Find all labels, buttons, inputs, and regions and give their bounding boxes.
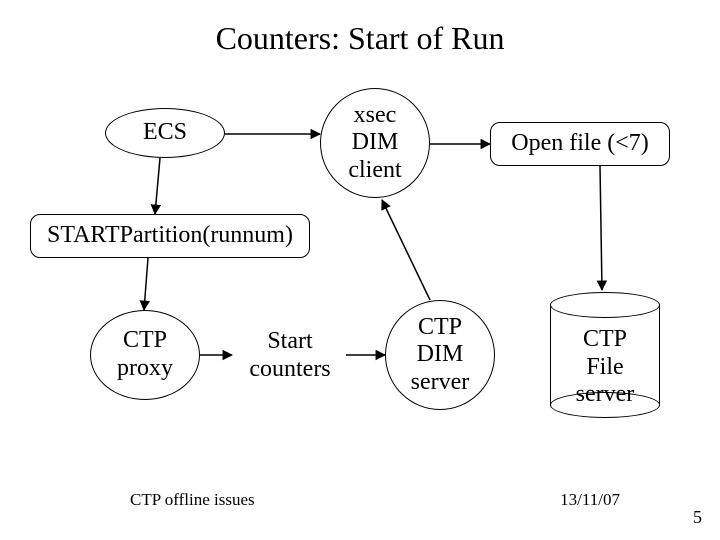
node-xsec-dim-client: xsec DIM client <box>320 88 430 198</box>
node-start-partition: STARTPartition(runnum) <box>30 214 310 258</box>
page-number: 5 <box>693 507 702 528</box>
label-start-counters: Start counters <box>249 328 330 382</box>
label-ctp-dim-server: CTP DIM server <box>411 314 470 397</box>
arrows-layer <box>0 0 720 540</box>
footer-left: CTP offline issues <box>130 490 255 510</box>
label-open-file: Open file (<7) <box>511 130 648 158</box>
node-ctp-proxy: CTP proxy <box>90 310 200 400</box>
label-start-partition: STARTPartition(runnum) <box>47 222 293 250</box>
slide-stage: Counters: Start of Run ECS xsec DIM clie… <box>0 0 720 540</box>
label-ctp-proxy: CTP proxy <box>117 327 173 382</box>
node-ctp-dim-server: CTP DIM server <box>385 300 495 410</box>
slide-title: Counters: Start of Run <box>0 20 720 57</box>
label-xsec: xsec DIM client <box>348 102 401 185</box>
node-open-file: Open file (<7) <box>490 122 670 166</box>
label-ctp-file-server: CTP File server <box>576 326 635 407</box>
footer-right: 13/11/07 <box>560 490 620 510</box>
node-ctp-file-server: CTP File server <box>550 292 660 418</box>
label-ecs: ECS <box>143 119 187 147</box>
node-ecs: ECS <box>105 108 225 158</box>
node-start-counters: Start counters <box>235 328 345 383</box>
